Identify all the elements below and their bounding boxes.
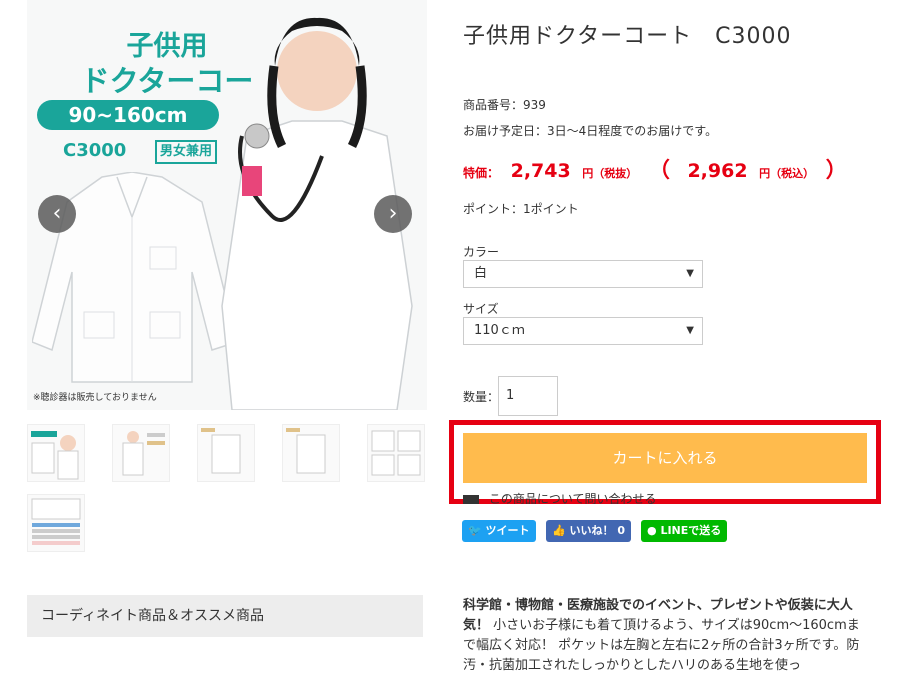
color-label: カラー (463, 245, 500, 259)
like-label: いいね！ 0 (569, 524, 626, 537)
quantity-input[interactable]: 1 (498, 376, 558, 416)
quantity-label: 数量： (463, 390, 500, 404)
thumbnail-2[interactable] (112, 424, 170, 482)
product-title: 子供用ドクターコート C3000 (463, 24, 792, 49)
paren-open: （ (648, 158, 670, 182)
price-label: 特価： (463, 166, 500, 180)
tweet-button[interactable]: 🐦 ツイート (462, 520, 536, 542)
product-description: 科学館・博物館・医療施設でのイベント、プレゼントや仮装に大人気！ 小さいお子様に… (463, 596, 867, 676)
promo-line1: 子供用 (126, 31, 208, 62)
size-range-pill: 90~160cm (37, 100, 219, 130)
product-number: 商品番号：939 (463, 98, 546, 112)
facebook-like-button[interactable]: 👍 いいね！ 0 (546, 520, 632, 542)
stethoscope-note: ※聴診器は販売しておりません (33, 393, 157, 403)
line-label: LINEで送る (660, 524, 722, 537)
product-inquiry-link[interactable]: この商品について問い合わせる (463, 490, 867, 504)
line-icon: ● (647, 524, 657, 537)
next-image-button[interactable]: › (374, 195, 412, 233)
price-in-tax: 2,962 (687, 160, 748, 182)
delivery-estimate: お届け予定日：3日～4日程度でのお届けです。 (463, 124, 718, 138)
thumbnail-5[interactable] (367, 424, 425, 482)
thumbnail-4[interactable] (282, 424, 340, 482)
size-select[interactable]: 110ｃｍ ▼ (463, 317, 703, 345)
color-select-value: 白 (474, 266, 488, 281)
thumbs-up-icon: 👍 (552, 524, 566, 537)
line-share-button[interactable]: ● LINEで送る (641, 520, 728, 542)
unisex-label: 男女兼用 (155, 140, 218, 164)
twitter-bird-icon: 🐦 (468, 524, 482, 537)
model-code: C3000 (63, 140, 127, 161)
size-label: サイズ (463, 302, 499, 316)
thumbnail-1[interactable] (27, 424, 85, 482)
coordinate-products-header: コーディネイト商品＆オススメ商品 (27, 595, 423, 637)
tweet-label: ツイート (485, 524, 530, 537)
mail-icon (463, 494, 479, 504)
thumbnail-3[interactable] (197, 424, 255, 482)
thumbnail-6[interactable] (27, 494, 85, 552)
description-text: 小さいお子様にも着て頂けるよう、サイズは90cm～160cmまで幅広く対応！ ポ… (463, 618, 860, 673)
size-select-value: 110ｃｍ (474, 323, 525, 338)
thumbnail-gallery (27, 424, 447, 564)
paren-close: ） (825, 158, 847, 182)
price-ex-tax: 2,743 (510, 160, 571, 182)
price-ex-tax-unit: 円（税抜） (582, 167, 638, 180)
color-select[interactable]: 白 ▼ (463, 260, 703, 288)
main-product-image: 子供用 ドクターコート 90~160cm C3000 男女兼用 ‹ › ※聴診器… (27, 0, 427, 410)
chevron-down-icon: ▼ (686, 325, 694, 336)
prev-image-button[interactable]: ‹ (38, 195, 76, 233)
chevron-down-icon: ▼ (686, 268, 694, 279)
points-info: ポイント：1ポイント (463, 202, 579, 216)
inquiry-text: この商品について問い合わせる (488, 492, 657, 504)
price-row: 特価： 2,743 円（税抜） （ 2,962 円（税込） ） (463, 154, 853, 184)
price-in-tax-unit: 円（税込） (759, 167, 815, 180)
